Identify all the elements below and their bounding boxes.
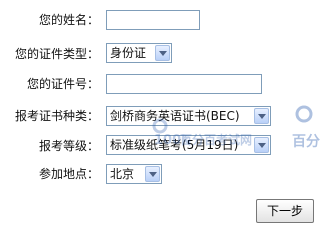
next-button[interactable]: 下一步 bbox=[256, 199, 314, 223]
cert-type-select[interactable]: 剑桥商务英语证书(BEC) bbox=[106, 106, 271, 126]
svg-text:百分: 百分 bbox=[292, 134, 320, 150]
id-type-select[interactable]: 身份证 bbox=[106, 43, 172, 63]
id-number-label: 您的证件号： bbox=[26, 77, 99, 91]
exam-level-value: 标准级纸笔考(5月19日) bbox=[110, 138, 239, 152]
id-type-label: 您的证件类型： bbox=[14, 47, 99, 61]
chevron-down-icon[interactable] bbox=[254, 137, 269, 153]
location-label: 参加地点： bbox=[38, 167, 99, 181]
chevron-down-icon[interactable] bbox=[155, 45, 170, 61]
id-number-input[interactable] bbox=[106, 74, 262, 94]
watermark-logo-edge: 百分 bbox=[292, 105, 320, 150]
location-select[interactable]: 北京 bbox=[106, 164, 162, 184]
exam-level-label: 报考等级： bbox=[38, 139, 99, 153]
cert-type-label: 报考证书种类： bbox=[14, 109, 99, 123]
cert-type-value: 剑桥商务英语证书(BEC) bbox=[110, 109, 240, 123]
exam-level-select[interactable]: 标准级纸笔考(5月19日) bbox=[106, 135, 271, 155]
chevron-down-icon[interactable] bbox=[254, 108, 269, 124]
name-label: 您的姓名： bbox=[38, 13, 99, 27]
id-type-value: 身份证 bbox=[110, 46, 147, 60]
chevron-down-icon[interactable] bbox=[145, 166, 160, 182]
location-value: 北京 bbox=[110, 167, 135, 181]
name-input[interactable] bbox=[106, 10, 200, 30]
